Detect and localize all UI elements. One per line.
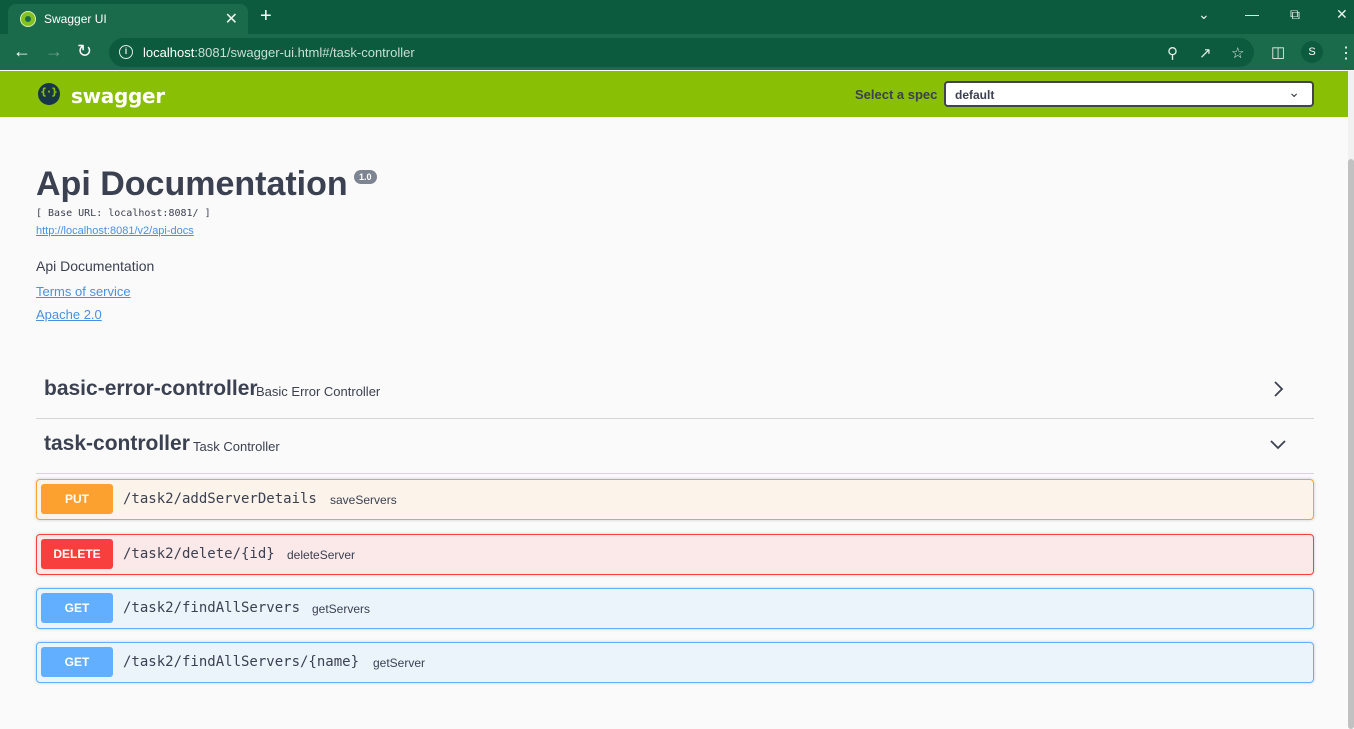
operation-get-find-all-servers[interactable]: GET /task2/findAllServers getServers bbox=[36, 588, 1314, 629]
tag-name: basic-error-controller bbox=[44, 377, 258, 400]
browser-tab[interactable]: Swagger UI ✕ bbox=[8, 4, 248, 34]
info-icon[interactable]: i bbox=[119, 45, 133, 59]
version-badge: 1.0 bbox=[354, 170, 377, 184]
spec-select-label: Select a spec bbox=[855, 87, 938, 102]
api-docs-link[interactable]: http://localhost:8081/v2/api-docs bbox=[36, 225, 194, 237]
chevron-right-icon[interactable] bbox=[1268, 379, 1288, 399]
scrollbar-thumb[interactable] bbox=[1348, 159, 1354, 729]
address-bar[interactable]: i localhost:8081/swagger-ui.html#/task-c… bbox=[109, 38, 1254, 67]
share-icon[interactable]: ↗ bbox=[1199, 44, 1212, 62]
method-badge: PUT bbox=[41, 484, 113, 514]
url-host: localhost bbox=[143, 45, 195, 60]
base-url: [ Base URL: localhost:8081/ ] bbox=[36, 208, 211, 219]
page-title: Api Documentation bbox=[36, 165, 348, 203]
swagger-logo-icon[interactable] bbox=[38, 83, 60, 105]
method-badge: DELETE bbox=[41, 539, 113, 569]
operation-delete-server[interactable]: DELETE /task2/delete/{id} deleteServer bbox=[36, 534, 1314, 575]
tag-name: task-controller bbox=[44, 432, 190, 455]
tag-basic-error-controller[interactable]: basic-error-controller Basic Error Contr… bbox=[36, 365, 1314, 419]
api-description: Api Documentation bbox=[36, 258, 155, 274]
operation-summary: getServer bbox=[373, 656, 426, 670]
browser-tab-strip: Swagger UI ✕ + ⌄ — ⧉ ✕ bbox=[0, 0, 1354, 34]
swagger-favicon-icon bbox=[20, 11, 36, 27]
close-icon[interactable]: ✕ bbox=[225, 9, 238, 29]
license-link[interactable]: Apache 2.0 bbox=[36, 307, 102, 322]
restore-icon[interactable]: ⧉ bbox=[1290, 6, 1300, 23]
new-tab-button[interactable]: + bbox=[260, 5, 272, 27]
minimize-icon[interactable]: — bbox=[1245, 6, 1259, 22]
spec-select[interactable]: default ⌄ bbox=[944, 81, 1314, 107]
tag-description: Basic Error Controller bbox=[256, 384, 381, 399]
tag-description: Task Controller bbox=[193, 439, 280, 454]
url-text[interactable]: localhost:8081/swagger-ui.html#/task-con… bbox=[143, 45, 415, 60]
browser-toolbar: ← → ↻ i localhost:8081/swagger-ui.html#/… bbox=[0, 34, 1354, 70]
zoom-icon[interactable]: ⚲ bbox=[1167, 44, 1178, 62]
tag-task-controller[interactable]: task-controller Task Controller bbox=[36, 420, 1314, 474]
tab-title: Swagger UI bbox=[44, 12, 107, 26]
operation-path: /task2/findAllServers/{name} bbox=[123, 654, 360, 670]
chevron-down-icon: ⌄ bbox=[1288, 84, 1300, 100]
scrollbar-track[interactable] bbox=[1348, 71, 1354, 729]
method-badge: GET bbox=[41, 647, 113, 677]
method-badge: GET bbox=[41, 593, 113, 623]
operation-path: /task2/addServerDetails bbox=[123, 491, 317, 507]
avatar[interactable]: S bbox=[1301, 41, 1323, 63]
forward-arrow-icon[interactable]: → bbox=[45, 42, 63, 60]
terms-of-service-link[interactable]: Terms of service bbox=[36, 284, 131, 299]
chevron-down-icon[interactable] bbox=[1268, 434, 1288, 454]
side-panel-icon[interactable]: ◫ bbox=[1271, 43, 1285, 61]
kebab-menu-icon[interactable]: ⋮ bbox=[1338, 43, 1354, 63]
operation-get-find-server-by-name[interactable]: GET /task2/findAllServers/{name} getServ… bbox=[36, 642, 1314, 683]
url-path: :8081/swagger-ui.html#/task-controller bbox=[194, 45, 415, 60]
swagger-logo-text[interactable]: swagger bbox=[71, 84, 165, 108]
spec-select-value: default bbox=[955, 88, 995, 102]
swagger-topbar: swagger Select a spec default ⌄ bbox=[0, 71, 1354, 117]
window-close-icon[interactable]: ✕ bbox=[1336, 6, 1348, 23]
tab-search-chevron-icon[interactable]: ⌄ bbox=[1198, 6, 1210, 23]
operation-path: /task2/delete/{id} bbox=[123, 546, 275, 562]
back-arrow-icon[interactable]: ← bbox=[13, 42, 31, 60]
star-icon[interactable]: ☆ bbox=[1231, 44, 1244, 62]
operation-summary: saveServers bbox=[330, 493, 397, 507]
reload-icon[interactable]: ↻ bbox=[77, 42, 92, 60]
operation-path: /task2/findAllServers bbox=[123, 600, 301, 616]
operation-put-add-server-details[interactable]: PUT /task2/addServerDetails saveServers bbox=[36, 479, 1314, 520]
operation-summary: deleteServer bbox=[287, 548, 356, 562]
operation-summary: getServers bbox=[312, 602, 371, 616]
